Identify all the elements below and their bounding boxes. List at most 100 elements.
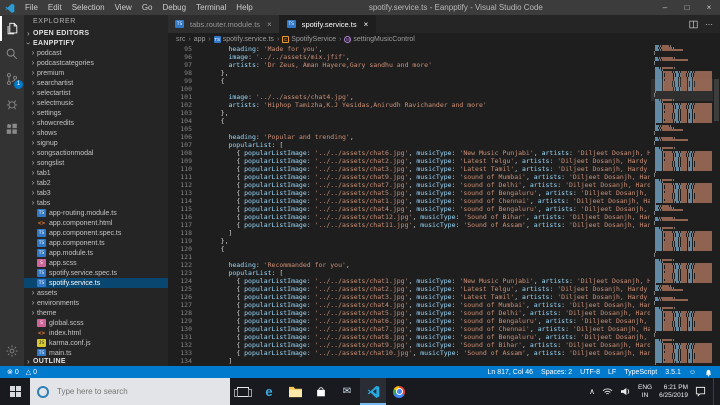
tree-item-podcastcategories[interactable]: › podcastcategories [24,58,168,68]
status-indentation[interactable]: Spaces: 2 [541,369,572,376]
taskbar-store[interactable] [308,378,334,405]
maximize-button[interactable]: □ [676,0,698,15]
start-button[interactable] [0,378,30,405]
status-cursor-position[interactable]: Ln 817, Col 46 [487,369,533,376]
close-icon[interactable]: × [267,20,272,29]
tree-item-theme[interactable]: › theme [24,308,168,318]
code-editor[interactable]: 95 96 97 98 99 100 101 102 103 104 105 106 107 108 109… [168,45,720,366]
activity-source-control[interactable]: 1 [0,66,24,91]
taskbar-chrome[interactable] [386,378,412,405]
show-desktop-button[interactable] [713,378,718,405]
outline-header[interactable]: › OUTLINE [24,356,168,366]
line-number: 120 [180,245,192,253]
menu-view[interactable]: View [110,0,137,15]
tree-item-app-component-spec-ts[interactable]: TS app.component.spec.ts [24,228,168,238]
breadcrumb-src[interactable]: src [176,36,185,43]
taskbar-mail[interactable]: ✉ [334,378,360,405]
line-number: 133 [180,349,192,357]
minimize-button[interactable]: – [654,0,676,15]
breadcrumb-app[interactable]: app [194,36,206,43]
status-encoding[interactable]: UTF-8 [580,369,600,376]
taskbar-vscode[interactable] [360,378,386,405]
menu-edit[interactable]: Edit [43,0,67,15]
tab-tabs-router-module-ts[interactable]: TS tabs.router.module.ts × [168,15,280,33]
tree-item-assets[interactable]: › assets [24,288,168,298]
tray-expand-icon[interactable]: ∧ [589,387,595,396]
taskbar-file-explorer[interactable] [282,378,308,405]
tree-item-tab1[interactable]: › tab1 [24,168,168,178]
tree-item-app-component-ts[interactable]: TS app.component.ts [24,238,168,248]
tree-item-signup[interactable]: › signup [24,138,168,148]
tree-item-app-component-html[interactable]: <> app.component.html [24,218,168,228]
split-editor-icon[interactable] [689,20,698,29]
tree-item-selectmusic[interactable]: › selectmusic [24,98,168,108]
tree-item-tab2[interactable]: › tab2 [24,178,168,188]
tree-item-index-html[interactable]: <> index.html [24,328,168,338]
breadcrumb-spotify.service.ts[interactable]: TS spotify.service.ts [213,35,274,43]
close-icon[interactable]: × [364,20,369,29]
minimap[interactable] [651,45,713,366]
tree-item-podcast[interactable]: › podcast [24,48,168,58]
menu-go[interactable]: Go [137,0,158,15]
tree-item-app-routing-module-ts[interactable]: TS app-routing.module.ts [24,208,168,218]
more-actions-icon[interactable]: ⋯ [705,20,713,29]
taskbar-edge[interactable]: e [256,378,282,405]
scrollbar-thumb[interactable] [714,79,719,121]
tree-item-premium[interactable]: › premium [24,68,168,78]
tree-item-songsactionmodal[interactable]: › songsactionmodal [24,148,168,158]
notifications-bell-icon[interactable] [704,368,713,377]
tree-item-environments[interactable]: › environments [24,298,168,308]
activity-explorer[interactable] [0,16,24,41]
tree-item-main-ts[interactable]: TS main.ts [24,348,168,356]
menu-terminal[interactable]: Terminal [191,0,231,15]
open-editors-header[interactable]: › OPEN EDITORS [24,28,168,38]
tree-item-showcredits[interactable]: › showcredits [24,118,168,128]
tree-item-settings[interactable]: › settings [24,108,168,118]
tab-spotify-service-ts[interactable]: TS spotify.service.ts × [279,15,377,33]
volume-icon[interactable] [620,387,631,396]
status-errors[interactable]: ⊗ 0 [7,368,19,377]
tree-item-spotify-service-spec-ts[interactable]: TS spotify.service.spec.ts [24,268,168,278]
tree-item-spotify-service-ts[interactable]: TS spotify.service.ts [24,278,168,288]
code-line: { popularListImage: '../../assets/chat1.… [236,197,650,205]
close-button[interactable]: × [698,0,720,15]
taskbar-search-input[interactable] [55,386,199,397]
feedback-smiley-icon[interactable]: ☺ [689,369,696,376]
menu-selection[interactable]: Selection [67,0,110,15]
taskbar-search[interactable] [30,378,230,405]
tree-item-shows[interactable]: › shows [24,128,168,138]
language-indicator[interactable]: ENG IN [638,384,652,400]
tree-item-searchartist[interactable]: › searchartist [24,78,168,88]
tree-item-label: spotify.service.spec.ts [49,269,117,277]
status-language-mode[interactable]: TypeScript [624,369,657,376]
tree-item-songslist[interactable]: › songslist [24,158,168,168]
action-center-icon[interactable] [695,386,706,397]
activity-search[interactable] [0,41,24,66]
activity-manage[interactable] [0,338,24,363]
vertical-scrollbar[interactable] [713,45,720,366]
code-line: ] [228,357,233,365]
project-header[interactable]: › EANPPTIFY [24,38,168,48]
activity-extensions[interactable] [0,116,24,141]
breadcrumb-settingmusiccontrol[interactable]: MsettingMusicControl [344,35,415,43]
wifi-icon[interactable] [602,388,613,396]
tree-item-tabs[interactable]: › tabs [24,198,168,208]
tree-item-label: app.component.ts [49,239,105,247]
breadcrumb-spotifyservice[interactable]: C SpotifyService [282,35,336,43]
tree-item-tab3[interactable]: › tab3 [24,188,168,198]
tree-item-karma-conf-js[interactable]: JS karma.conf.js [24,338,168,348]
tree-item-selectartist[interactable]: › selectartist [24,88,168,98]
tree-item-global-scss[interactable]: Sglobal.scss [24,318,168,328]
status-eol[interactable]: LF [608,369,616,376]
status-ts-version[interactable]: 3.5.1 [665,369,681,376]
status-warnings[interactable]: △ 0 [26,368,37,377]
menu-help[interactable]: Help [231,0,257,15]
clock[interactable]: 6:21 PM 6/25/2019 [659,384,688,400]
activity-debug[interactable] [0,91,24,116]
tree-item-app-scss[interactable]: Sapp.scss [24,258,168,268]
tree-item-app-module-ts[interactable]: TS app.module.ts [24,248,168,258]
taskbar-task-view[interactable] [230,378,256,405]
tree-item-label: index.html [49,329,81,337]
menu-file[interactable]: File [20,0,43,15]
menu-debug[interactable]: Debug [157,0,191,15]
